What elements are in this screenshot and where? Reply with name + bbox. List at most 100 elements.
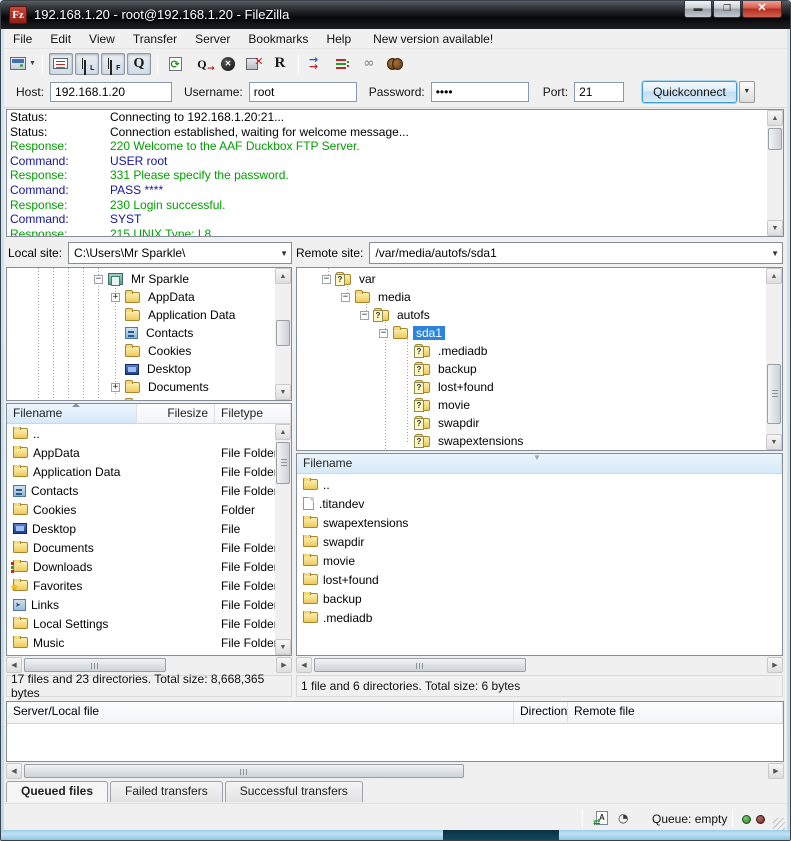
- combo-dropdown-icon[interactable]: ▼: [280, 249, 288, 258]
- file-row[interactable]: swapextensions: [297, 513, 782, 532]
- file-row[interactable]: ContactsFile Folder: [7, 481, 291, 500]
- expand-expander[interactable]: [111, 293, 120, 302]
- directory-comparison-button[interactable]: [305, 53, 329, 75]
- tree-item-appdata[interactable]: AppData: [111, 288, 198, 306]
- local-tree[interactable]: Mr Sparkle AppData Application Data Cont…: [6, 267, 292, 401]
- scroll-left-icon[interactable]: ◀: [296, 657, 312, 673]
- local-site-combobox[interactable]: C:\Users\Mr Sparkle\ ▼: [68, 242, 292, 264]
- tree-item-swapextensions[interactable]: swapextensions: [415, 432, 526, 450]
- file-row[interactable]: ..: [297, 475, 782, 494]
- site-manager-button[interactable]: ▼: [10, 53, 36, 75]
- tree-item-movie[interactable]: movie: [415, 396, 473, 414]
- menu-bookmarks[interactable]: Bookmarks: [239, 30, 317, 48]
- file-row[interactable]: MusicFile Folder: [7, 633, 291, 652]
- log-vertical-scrollbar[interactable]: ▲ ▼: [767, 110, 783, 236]
- column-header-remote-file[interactable]: Remote file: [568, 702, 783, 723]
- column-header-direction[interactable]: Direction: [514, 702, 568, 723]
- quickconnect-dropdown[interactable]: ▼: [739, 81, 755, 103]
- tree-item-sda1[interactable]: sda1: [379, 324, 445, 342]
- remote-tree-vertical-scrollbar[interactable]: ▲ ▼: [766, 268, 782, 450]
- file-row[interactable]: Application DataFile Folder: [7, 462, 291, 481]
- tab-failed-transfers[interactable]: Failed transfers: [110, 781, 223, 802]
- scroll-up-icon[interactable]: ▲: [275, 424, 291, 440]
- tree-item-cookies[interactable]: Cookies: [125, 342, 194, 360]
- tree-item-autofs[interactable]: autofs: [360, 306, 433, 324]
- remote-file-list[interactable]: ▼Filename .. .titandev swapextensions sw…: [296, 453, 783, 656]
- file-row[interactable]: .mediadb: [297, 608, 782, 627]
- host-input[interactable]: [50, 82, 172, 102]
- port-input[interactable]: [574, 82, 624, 102]
- menu-view[interactable]: View: [80, 30, 124, 48]
- reconnect-button[interactable]: R: [268, 53, 292, 75]
- file-row[interactable]: Local SettingsFile Folder: [7, 614, 291, 633]
- scroll-right-icon[interactable]: ▶: [767, 657, 783, 673]
- file-row[interactable]: FavoritesFile Folder: [7, 576, 291, 595]
- synchronized-browsing-button[interactable]: ∞: [357, 53, 381, 75]
- local-file-list[interactable]: Filename Filesize Filetype .. AppDataFil…: [6, 403, 292, 656]
- scroll-up-icon[interactable]: ▲: [275, 268, 291, 284]
- tree-item-application-data[interactable]: Application Data: [125, 306, 238, 324]
- scroll-left-icon[interactable]: ◀: [6, 763, 22, 779]
- menu-edit[interactable]: Edit: [41, 30, 80, 48]
- resize-grip[interactable]: [773, 818, 785, 830]
- message-log[interactable]: Status:Connecting to 192.168.1.20:21... …: [6, 109, 784, 237]
- expand-expander[interactable]: [111, 401, 120, 402]
- expand-expander[interactable]: [111, 383, 120, 392]
- scroll-down-icon[interactable]: ▼: [275, 384, 291, 400]
- tree-item-var[interactable]: var: [322, 270, 379, 288]
- collapse-expander[interactable]: [360, 311, 369, 320]
- minimize-button[interactable]: ▬: [684, 1, 712, 18]
- comparison-listing-button[interactable]: [331, 53, 355, 75]
- scroll-down-icon[interactable]: ▼: [275, 639, 291, 655]
- scrollbar-thumb[interactable]: [768, 128, 782, 150]
- scroll-down-icon[interactable]: ▼: [766, 434, 782, 450]
- site-manager-dropdown-icon[interactable]: ▼: [29, 60, 36, 67]
- scrollbar-thumb[interactable]: [314, 658, 526, 672]
- remote-list-horizontal-scrollbar[interactable]: ◀ ▶: [296, 657, 783, 673]
- scrollbar-thumb[interactable]: [24, 658, 166, 672]
- remote-site-combobox[interactable]: /var/media/autofs/sda1 ▼: [369, 242, 783, 264]
- file-row[interactable]: backup: [297, 589, 782, 608]
- toggle-log-button[interactable]: [49, 53, 73, 75]
- tree-item-dvd[interactable]: dvd: [379, 448, 424, 451]
- file-row[interactable]: LinksFile Folder: [7, 595, 291, 614]
- menu-transfer[interactable]: Transfer: [124, 30, 186, 48]
- local-list-horizontal-scrollbar[interactable]: ◀ ▶: [6, 657, 292, 673]
- collapse-expander[interactable]: [379, 329, 388, 338]
- scrollbar-thumb[interactable]: [276, 442, 290, 484]
- collapse-expander[interactable]: [94, 275, 103, 284]
- password-input[interactable]: [431, 82, 529, 102]
- transfer-queue[interactable]: Server/Local file Direction Remote file: [6, 701, 784, 762]
- file-row[interactable]: AppDataFile Folder: [7, 443, 291, 462]
- scroll-right-icon[interactable]: ▶: [768, 763, 784, 779]
- file-row[interactable]: swapdir: [297, 532, 782, 551]
- tree-item-mediadb[interactable]: .mediadb: [415, 342, 490, 360]
- quickconnect-button[interactable]: Quickconnect: [642, 81, 737, 103]
- scroll-right-icon[interactable]: ▶: [276, 657, 292, 673]
- tree-item-mr-sparkle[interactable]: Mr Sparkle: [94, 270, 192, 288]
- menu-new-version[interactable]: New version available!: [364, 30, 502, 48]
- maximize-button[interactable]: ❐: [713, 1, 741, 18]
- menu-help[interactable]: Help: [317, 30, 360, 48]
- column-header-server-local-file[interactable]: Server/Local file: [7, 702, 514, 723]
- file-row[interactable]: ..: [7, 424, 291, 443]
- collapse-expander[interactable]: [341, 293, 350, 302]
- file-row[interactable]: movie: [297, 551, 782, 570]
- scrollbar-thumb[interactable]: [767, 364, 781, 424]
- collapse-expander[interactable]: [322, 275, 331, 284]
- tree-item-documents[interactable]: Documents: [111, 378, 212, 396]
- refresh-button[interactable]: [164, 53, 188, 75]
- column-header-filename[interactable]: ▼Filename: [297, 454, 782, 473]
- file-row[interactable]: DesktopFile: [7, 519, 291, 538]
- toggle-queue-button[interactable]: Q: [127, 53, 151, 75]
- cancel-button[interactable]: ✕: [216, 53, 240, 75]
- disconnect-button[interactable]: [242, 53, 266, 75]
- file-row[interactable]: CookiesFolder: [7, 500, 291, 519]
- column-header-filetype[interactable]: Filetype: [215, 404, 291, 423]
- tree-item-media[interactable]: media: [341, 288, 414, 306]
- file-row[interactable]: DownloadsFile Folder: [7, 557, 291, 576]
- menu-file[interactable]: File: [4, 30, 41, 48]
- tab-queued-files[interactable]: Queued files: [6, 781, 108, 802]
- process-queue-button[interactable]: Q: [190, 53, 214, 75]
- column-header-filesize[interactable]: Filesize: [137, 404, 215, 423]
